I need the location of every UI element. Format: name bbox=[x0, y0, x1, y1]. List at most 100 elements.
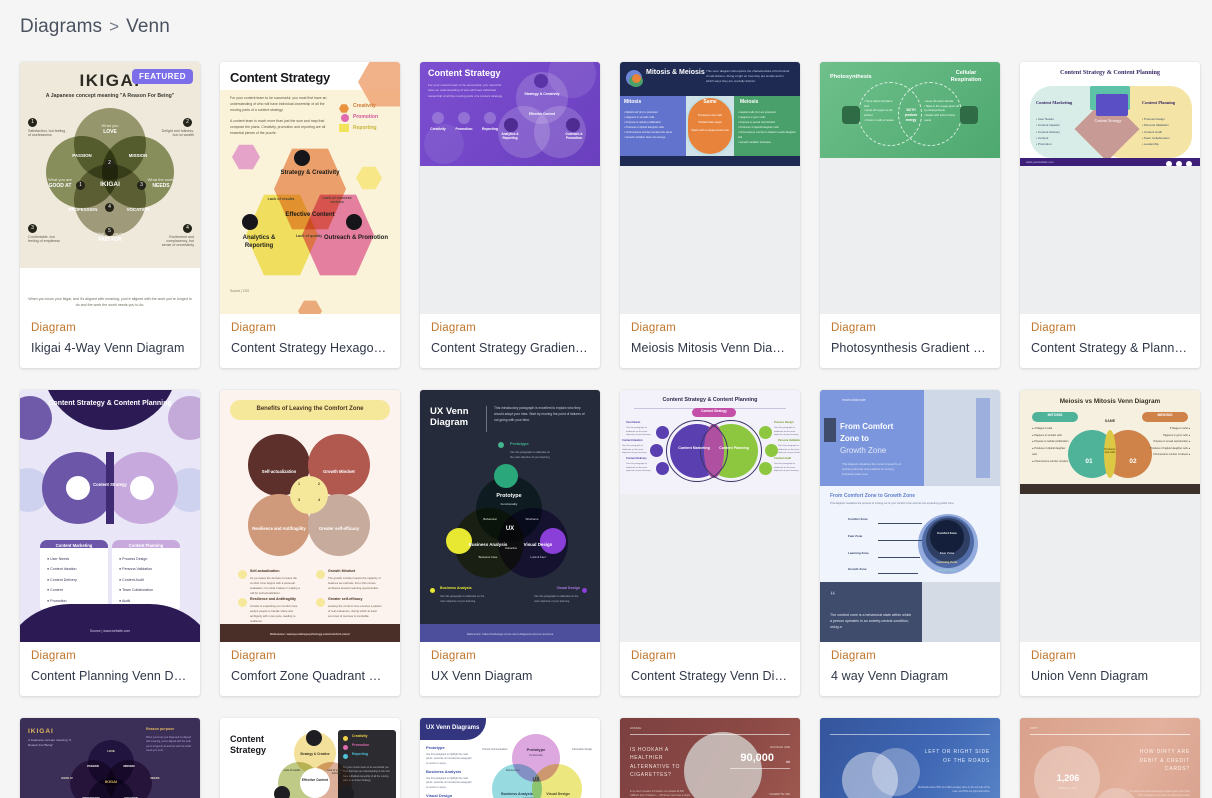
card-title: Meiosis Mitosis Venn Diagram bbox=[631, 341, 789, 355]
thumb-label-needs: NEEDS bbox=[150, 777, 160, 780]
thumb-section-title: From Comfort Zone to Growth Zone bbox=[830, 493, 915, 499]
thumb-legend-1: Comfort Zone bbox=[848, 517, 868, 521]
template-card-content-planning-venn[interactable]: Content Strategy & Content Planning Cont… bbox=[20, 390, 200, 696]
template-card-comfort-zone-quadrant[interactable]: Benefits of Leaving the Comfort Zone Sel… bbox=[220, 390, 400, 696]
thumbnail-artwork: Content Strategy For your content team t… bbox=[220, 62, 400, 314]
card-title: Union Venn Diagram bbox=[1031, 669, 1149, 683]
thumb-label-mission: MISSION bbox=[123, 765, 135, 768]
card-kind-label: Diagram bbox=[1031, 650, 1076, 662]
card-title: Comfort Zone Quadrant Graph bbox=[231, 669, 389, 683]
thumbnail-artwork: DIRTY HOW DIRTY ARE DEBIT & CREDIT CARDS… bbox=[1020, 718, 1200, 798]
card-kind-label: Diagram bbox=[231, 322, 276, 334]
template-card-ux-venn[interactable]: UX Venn Diagram This introductory paragr… bbox=[420, 390, 600, 696]
thumb-side-note: When you know your ikigai and it's align… bbox=[146, 736, 191, 752]
thumb-heading-left: Photosynthesis bbox=[830, 74, 872, 80]
thumb-meiosis-points: • Haploid cells (1n) are produced • Happe… bbox=[738, 111, 796, 145]
thumb-heading: Content Strategy & Content Planning bbox=[662, 397, 758, 403]
thumb-kicker: DIRTY bbox=[1030, 727, 1038, 730]
template-card-union-venn[interactable]: Meiosis vs Mitosis Venn Diagram MITOSIS … bbox=[1020, 390, 1200, 696]
card-kind-label: Diagram bbox=[31, 650, 76, 662]
thumb-legend-4: Growth Zone bbox=[848, 567, 867, 571]
card-meta: Diagram Content Strategy Hexagon Venn… bbox=[220, 314, 400, 368]
card-kind-label: Diagram bbox=[231, 650, 276, 662]
thumb-note-body-3: A basis of expanding our comfort zone eq… bbox=[250, 604, 298, 624]
template-card-hookah-infographic[interactable]: HOOKAH IS HOOKAH A HEALTHIER ALTERNATIVE… bbox=[620, 718, 800, 798]
thumb-section-business: Business Analysis bbox=[426, 769, 462, 774]
template-card-photosynthesis-gradient[interactable]: Photosynthesis Cellular Respiration • Tu… bbox=[820, 62, 1000, 368]
template-card-dirty-cards-infographic[interactable]: DIRTY HOW DIRTY ARE DEBIT & CREDIT CARDS… bbox=[1020, 718, 1200, 798]
thumb-legend-promotion: Promotion bbox=[455, 127, 473, 131]
featured-badge: FEATURED bbox=[132, 69, 193, 84]
thumb-label-ux: UX bbox=[532, 777, 540, 783]
thumb-stat-unit: ml bbox=[785, 759, 790, 764]
thumb-label-prototype: Prototype bbox=[526, 747, 546, 752]
thumb-left-points: • User Needs • Content Ideation • Content … bbox=[1036, 117, 1061, 147]
template-card-meiosis-mitosis[interactable]: Mitosis & Meiosis This venn diagram will… bbox=[620, 62, 800, 368]
thumb-side-heading: Reason purpose bbox=[146, 727, 175, 731]
thumb-legend-3: Learning Zone bbox=[848, 551, 869, 555]
template-card-ikigai-venn[interactable]: IKIGAI A Japanese concept meaning "A Rea… bbox=[20, 718, 200, 798]
thumb-label-passion: PASSION bbox=[87, 765, 99, 768]
thumb-hero-sub: This diagram visualizes the content hier… bbox=[842, 462, 902, 477]
template-card-ikigai-4-way[interactable]: FEATURED IKIGAI A Japanese concept meani… bbox=[20, 62, 200, 368]
thumb-footer-url: www.yourwebsite.com bbox=[1026, 160, 1054, 164]
thumb-label-lack-results: Lack of results bbox=[267, 197, 295, 201]
card-kind-label: Diagram bbox=[31, 322, 76, 334]
template-card-content-strategy-triangle[interactable]: Content Strategy Creativity Promotion Re… bbox=[220, 718, 400, 798]
thumb-label-love: LOVE bbox=[107, 749, 115, 753]
card-meta: Diagram Comfort Zone Quadrant Graph bbox=[220, 642, 400, 696]
card-title: Content Planning Venn Diagram bbox=[31, 669, 189, 683]
thumb-label-ikigai: IKIGAI bbox=[100, 181, 120, 188]
thumbnail-artwork: Benefits of Leaving the Comfort Zone Sel… bbox=[220, 390, 400, 642]
template-card-4-way-venn[interactable]: reachcollaborate From Comfort Zone to Gr… bbox=[820, 390, 1000, 696]
card-thumbnail: HOOKAH IS HOOKAH A HEALTHIER ALTERNATIVE… bbox=[620, 718, 800, 798]
facebook-icon bbox=[1166, 161, 1172, 166]
thumb-legend-2: Fear Zone bbox=[848, 534, 863, 538]
thumb-label-mission: MISSION bbox=[128, 153, 148, 158]
thumb-center-inner: Produces new cells bbox=[1104, 448, 1116, 455]
thumb-kicker: HOOKAH bbox=[630, 727, 642, 730]
thumb-number-center-bottom: 4 bbox=[105, 203, 114, 212]
thumb-subheading: A Japanese concept meaning "A Reason For… bbox=[45, 93, 175, 99]
thumb-label-love: LOVE bbox=[103, 129, 117, 135]
card-thumbnail: Meiosis vs Mitosis Venn Diagram MITOSIS … bbox=[1020, 390, 1200, 642]
thumb-note-title-3: Resilience and Antifragility bbox=[250, 597, 296, 601]
template-card-ux-venn-diagrams[interactable]: UX Venn Diagrams Prototype Use this para… bbox=[420, 718, 600, 798]
thumb-label-visual: Visual Design bbox=[546, 792, 570, 796]
card-thumbnail: Mitosis & Meiosis This venn diagram will… bbox=[620, 62, 800, 314]
thumb-right-points: ● Process Design ● Persona Validation ● Co… bbox=[119, 557, 154, 603]
thumb-heading: Content Strategy & Content Planning bbox=[48, 400, 172, 407]
template-card-content-strategy-planning[interactable]: Content Strategy & Content Planning Cont… bbox=[1020, 62, 1200, 368]
template-card-content-strategy-gradient[interactable]: Content Strategy For your content team t… bbox=[420, 62, 600, 368]
card-title: UX Venn Diagram bbox=[431, 669, 533, 683]
thumb-zone-3: Learning Zone bbox=[936, 560, 958, 564]
thumb-right-label: Content Planning bbox=[719, 446, 749, 450]
card-title: Content Strategy Gradient Venn… bbox=[431, 341, 589, 355]
thumb-label-ux: UX bbox=[505, 526, 515, 532]
thumb-legend-creativity: Creativity bbox=[353, 103, 376, 109]
breadcrumb-root[interactable]: Diagrams bbox=[20, 16, 102, 38]
template-card-road-side-infographic[interactable]: LEFT OR RIGHT SIDE OF THE ROADS Worldwid… bbox=[820, 718, 1000, 798]
thumb-left-tag: MITOSIS bbox=[1047, 413, 1063, 417]
thumb-prototype-note: Use this paragraph to elaborate on the m… bbox=[510, 451, 551, 459]
thumbnail-artwork: Content Strategy Creativity Promotion Re… bbox=[220, 718, 400, 798]
template-card-content-strategy-hexagon[interactable]: Content Strategy For your content team t… bbox=[220, 62, 400, 368]
card-title: Content Strategy Venn Diagram bbox=[631, 669, 789, 683]
thumb-right-point-1: Process Design bbox=[774, 421, 794, 424]
thumb-heading-1: From Comfort bbox=[840, 422, 894, 431]
breadcrumb-current[interactable]: Venn bbox=[126, 16, 170, 38]
card-thumbnail: DIRTY HOW DIRTY ARE DEBIT & CREDIT CARDS… bbox=[1020, 718, 1200, 798]
card-meta: Diagram Content Strategy Venn Diagram bbox=[620, 642, 800, 696]
thumb-legend-promotion: Promotion bbox=[352, 743, 369, 747]
thumb-heading: HOW DIRTY ARE DEBIT & CREDIT CARDS? bbox=[1139, 749, 1190, 772]
thumb-right-note-3: Use this paragraph to elaborate on the m… bbox=[774, 463, 799, 473]
thumb-footer: When you know your ikigai, and it's alig… bbox=[28, 297, 192, 307]
thumb-legend-creativity: Creativity bbox=[430, 127, 446, 131]
thumbnail-artwork: Photosynthesis Cellular Respiration • Tu… bbox=[820, 62, 1000, 158]
template-grid: FEATURED IKIGAI A Japanese concept meani… bbox=[20, 62, 1200, 798]
template-card-content-strategy-venn[interactable]: Content Strategy & Content Planning Cont… bbox=[620, 390, 800, 696]
card-kind-label: Diagram bbox=[831, 322, 876, 334]
card-title: Ikigai 4-Way Venn Diagram bbox=[31, 341, 185, 355]
thumbnail-artwork: LEFT OR RIGHT SIDE OF THE ROADS Worldwid… bbox=[820, 718, 1000, 798]
card-thumbnail: UX Venn Diagrams Prototype Use this para… bbox=[420, 718, 600, 798]
